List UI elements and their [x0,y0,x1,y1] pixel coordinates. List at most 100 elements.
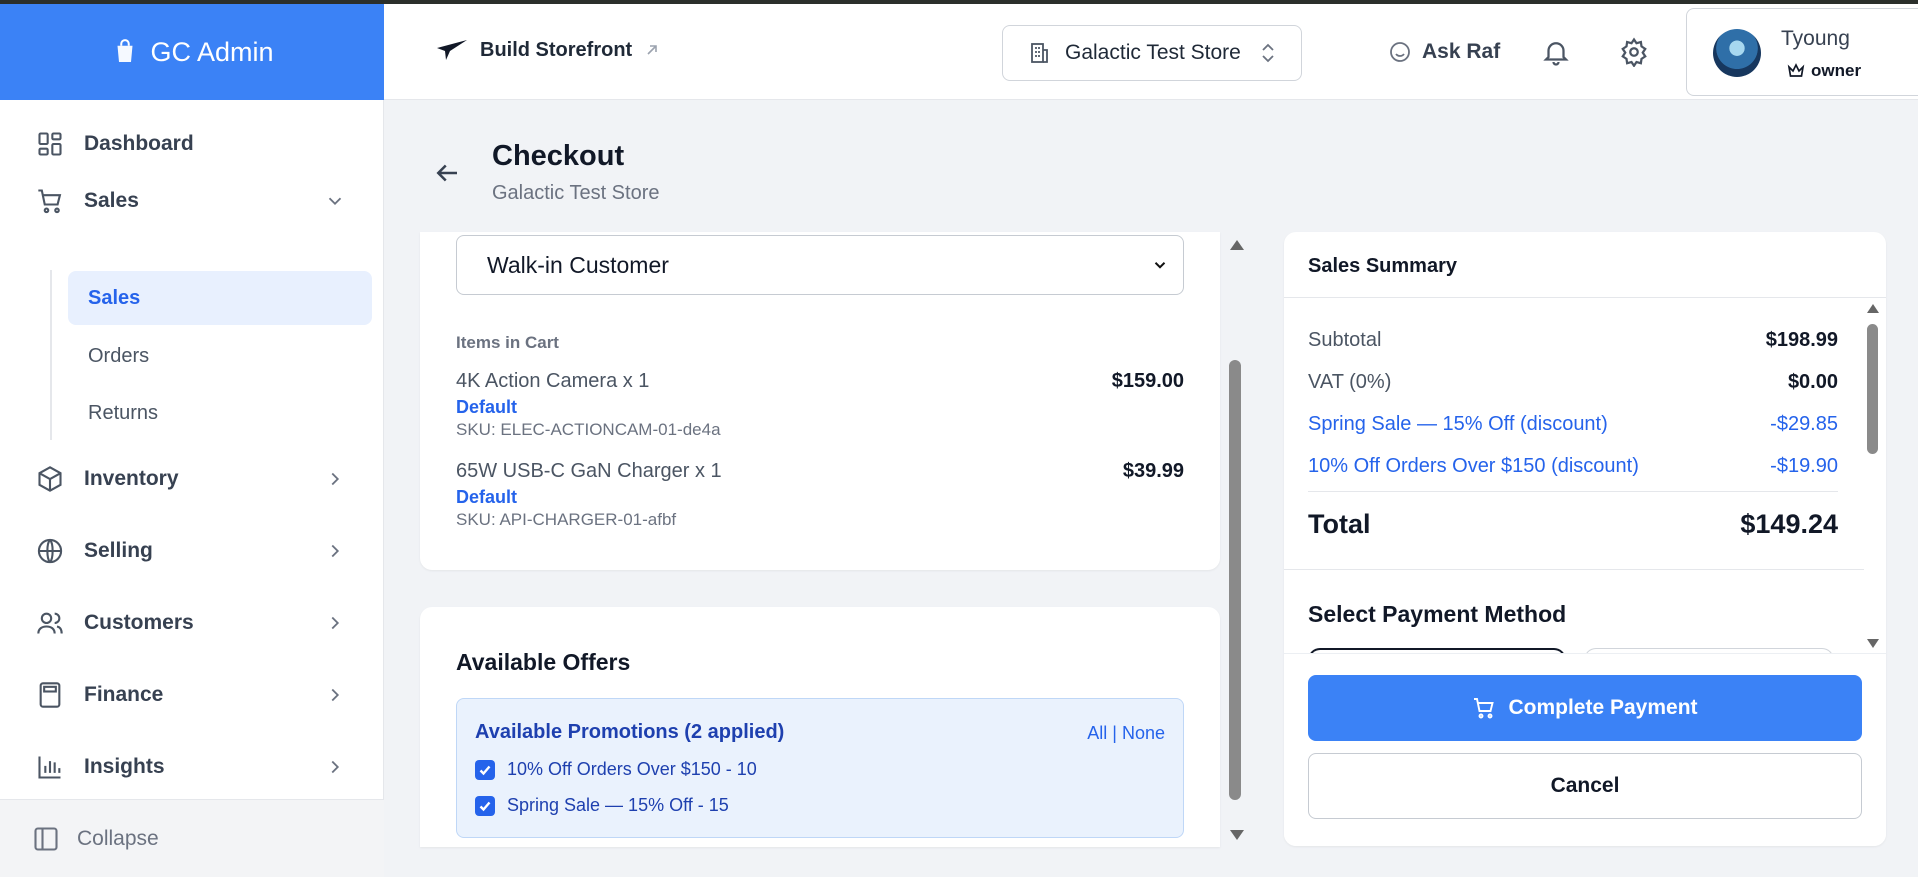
sidebar-item-label: Selling [84,539,153,562]
cancel-button[interactable]: Cancel [1308,753,1862,819]
sidebar-item-insights[interactable]: Insights [0,739,384,795]
cart-icon [38,189,62,214]
chevron-down-icon [328,197,342,206]
cart-item-sku: SKU: API-CHARGER-01-afbf [456,510,677,529]
cart-heading: Items in Cart [456,333,559,352]
cart-item-name: 4K Action Camera x 1 [456,370,650,392]
page-title: Checkout [492,140,625,172]
sales-summary-header: Sales Summary [1284,232,1886,298]
sidebar-item-inventory[interactable]: Inventory [0,451,384,507]
divider [1284,569,1864,570]
bar-chart-icon [38,756,61,779]
scroll-thumb[interactable] [1867,324,1878,454]
total-value: $149.24 [1740,509,1838,539]
chevron-right-icon [331,760,340,774]
store-selector[interactable]: Galactic Test Store [1002,25,1302,81]
sidebar-item-finance[interactable]: Finance [0,667,384,723]
globe-icon [37,538,63,564]
sales-summary-title: Sales Summary [1308,255,1457,277]
chevron-up-down-icon [1262,43,1274,63]
sidebar-subitem-sales[interactable]: Sales [68,271,372,325]
sidebar: Dashboard Sales Sales Orders Returns Inv… [0,100,384,877]
discount-label: 10% Off Orders Over $150 (discount) [1308,455,1639,477]
cart-item-price: $39.99 [1122,460,1184,482]
chevron-right-icon [331,688,340,702]
subtotal-row: Subtotal $198.99 [1308,329,1838,352]
scroll-up-arrow[interactable] [1867,304,1879,313]
collapse-sidebar-button[interactable]: Collapse [0,799,384,877]
sidebar-item-label: Finance [84,683,164,706]
avatar [1713,29,1761,77]
complete-payment-label: Complete Payment [1508,696,1698,719]
shopping-bag-icon [117,39,133,62]
select-all-link[interactable]: All [1087,723,1107,743]
sidebar-item-label: Inventory [84,467,179,490]
scroll-down-arrow[interactable] [1230,830,1244,840]
store-name: Galactic Test Store [1065,41,1241,64]
link-separator: | [1112,723,1117,743]
sidebar-item-label: Insights [84,755,165,778]
submenu-guide-line [50,270,52,440]
payment-method-title: Select Payment Method [1308,601,1567,627]
cart-item-price: $159.00 [1111,370,1184,392]
brand-logo[interactable]: GC Admin [0,4,384,100]
discount-row: 10% Off Orders Over $150 (discount) -$19… [1308,455,1838,478]
promotions-select-links: All | None [1087,723,1165,744]
gear-icon[interactable] [1619,37,1649,67]
vat-value: $0.00 [1787,371,1838,393]
promotion-label: Spring Sale — 15% Off - 15 [507,795,729,815]
customer-select[interactable]: Walk-in Customer [456,235,1184,295]
discount-row: Spring Sale — 15% Off (discount) -$29.85 [1308,413,1838,436]
sidebar-subitem-returns[interactable]: Returns [68,386,372,440]
cart-item-sku: SKU: ELEC-ACTIONCAM-01-de4a [456,420,721,439]
cart-item-variant: Default [456,397,518,417]
promotions-title: Available Promotions (2 applied) [475,721,785,743]
user-role: owner [1787,61,1861,81]
discount-label: Spring Sale — 15% Off (discount) [1308,413,1608,435]
complete-payment-button[interactable]: Complete Payment [1308,675,1862,741]
promotion-checkbox-row[interactable]: 10% Off Orders Over $150 - 10 [475,759,757,780]
top-header: Build Storefront Galactic Test Store Ask… [384,4,1918,100]
brand-name: GC Admin [150,36,274,67]
select-none-link[interactable]: None [1122,723,1165,743]
subtotal-value: $198.99 [1765,329,1838,351]
cart-item: 4K Action Camera x 1 $159.00 Default SKU… [456,370,1184,440]
back-arrow-icon[interactable] [432,158,462,188]
sidebar-item-dashboard[interactable]: Dashboard [0,116,384,172]
build-storefront-link[interactable]: Build Storefront [436,38,660,62]
check-icon [479,765,491,775]
vat-row: VAT (0%) $0.00 [1308,371,1838,394]
subtotal-label: Subtotal [1308,329,1382,351]
sidebar-item-label: Sales [84,189,139,212]
build-storefront-label: Build Storefront [480,38,633,61]
offers-card: Available Offers Available Promotions (2… [420,607,1220,847]
user-menu[interactable]: Tyoung owner [1686,8,1918,96]
sidebar-item-customers[interactable]: Customers [0,595,384,651]
sidebar-item-selling[interactable]: Selling [0,523,384,579]
sidebar-item-label: Dashboard [84,132,194,155]
user-role-label: owner [1811,61,1862,80]
ask-raf-button[interactable]: Ask Raf [1388,40,1500,64]
user-name: Tyoung [1781,27,1850,50]
left-panel-scrollbar[interactable] [1227,232,1245,846]
checkbox-checked[interactable] [475,759,495,780]
scroll-down-arrow[interactable] [1867,639,1879,648]
sales-summary-panel: Sales Summary Subtotal $198.99 VAT (0%) … [1284,232,1886,846]
cart-icon [1474,698,1495,719]
summary-actions: Complete Payment Cancel [1284,653,1886,846]
scroll-thumb[interactable] [1229,360,1241,800]
promotion-checkbox-row[interactable]: Spring Sale — 15% Off - 15 [475,795,729,816]
discount-amount: -$29.85 [1770,413,1838,435]
calculator-icon [39,682,61,708]
scroll-up-arrow[interactable] [1230,240,1244,250]
cart-item-name: 65W USB-C GaN Charger x 1 [456,460,722,482]
sidebar-subitem-orders[interactable]: Orders [68,329,372,383]
bell-icon[interactable] [1541,37,1571,67]
checkbox-checked[interactable] [475,795,495,816]
total-row: Total $149.24 [1308,509,1838,540]
cart-item-variant: Default [456,487,518,507]
chevron-right-icon [331,544,340,558]
sidebar-item-sales[interactable]: Sales [0,173,384,229]
external-link-icon [647,45,658,55]
summary-scrollbar[interactable] [1864,298,1882,650]
